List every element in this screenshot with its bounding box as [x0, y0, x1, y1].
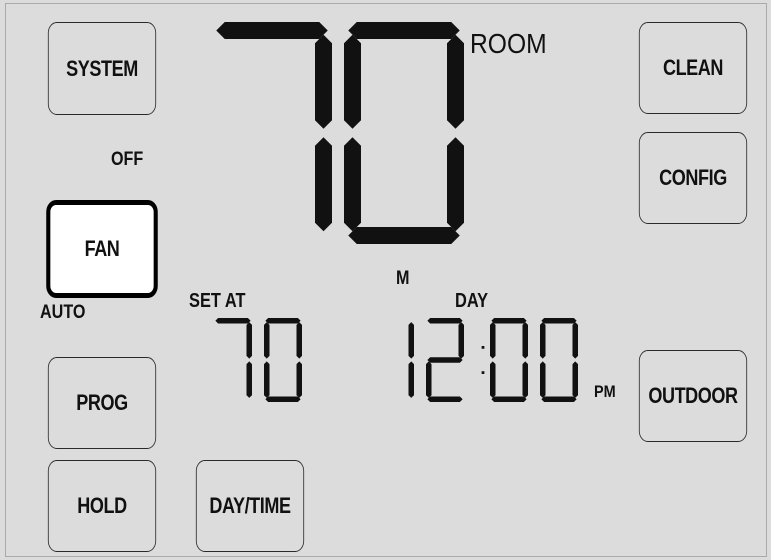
digit-0-segment-b: [315, 34, 332, 129]
digit-0-segment-a: [215, 318, 251, 324]
digit-0-segment-c: [246, 361, 252, 398]
digit-1-segment-e: [426, 361, 432, 398]
digit-3-segment-c: [572, 361, 578, 398]
digit-0-segment-a: [216, 22, 328, 39]
digit-3-segment-b: [572, 322, 578, 359]
digit-1-segment-e: [264, 361, 270, 398]
digit-2-segment-d: [491, 396, 527, 402]
digit-0-segment-b: [408, 322, 414, 359]
digit-1-segment-d: [265, 396, 301, 402]
digit-1-segment-c: [447, 137, 464, 232]
digit-0-segment-c: [408, 361, 414, 398]
digit-1-segment-a: [265, 318, 301, 324]
clock-display: [408, 318, 578, 402]
digit-3-segment-f: [540, 322, 546, 359]
digit-2-segment-a: [491, 318, 527, 324]
digit-1-segment-e: [344, 137, 361, 232]
digit-1-segment-f: [344, 34, 361, 129]
digit-1-segment-a: [348, 22, 460, 39]
digit-1-segment-b: [296, 322, 302, 359]
digit-1-segment-d: [348, 227, 460, 244]
digit-3-segment-d: [541, 396, 577, 402]
digit-0-segment-b: [246, 322, 252, 359]
room-temperature-display: [216, 22, 464, 244]
digit-2-segment-e: [490, 361, 496, 398]
digit-1-segment-d: [427, 396, 463, 402]
digit-1-segment-b: [458, 322, 464, 359]
digit-3-segment-e: [540, 361, 546, 398]
digit-2-segment-f: [490, 322, 496, 359]
colon-dot-1: [481, 371, 485, 374]
digit-1-segment-c: [296, 361, 302, 398]
digit-1-segment-a: [427, 318, 463, 324]
set-temperature-display: [215, 318, 302, 402]
digit-3-segment-a: [541, 318, 577, 324]
segment-display: [215, 22, 578, 402]
digit-1-segment-f: [264, 322, 270, 359]
digit-0-segment-c: [315, 137, 332, 232]
digit-2-segment-c: [522, 361, 528, 398]
digit-1-segment-g: [427, 357, 463, 363]
digit-1-segment-b: [447, 34, 464, 129]
digit-2-segment-b: [522, 322, 528, 359]
colon-dot-0: [481, 346, 485, 349]
thermostat-screen: SYSTEM OFF FAN AUTO PROG HOLD DAY/TIME C…: [0, 0, 771, 560]
